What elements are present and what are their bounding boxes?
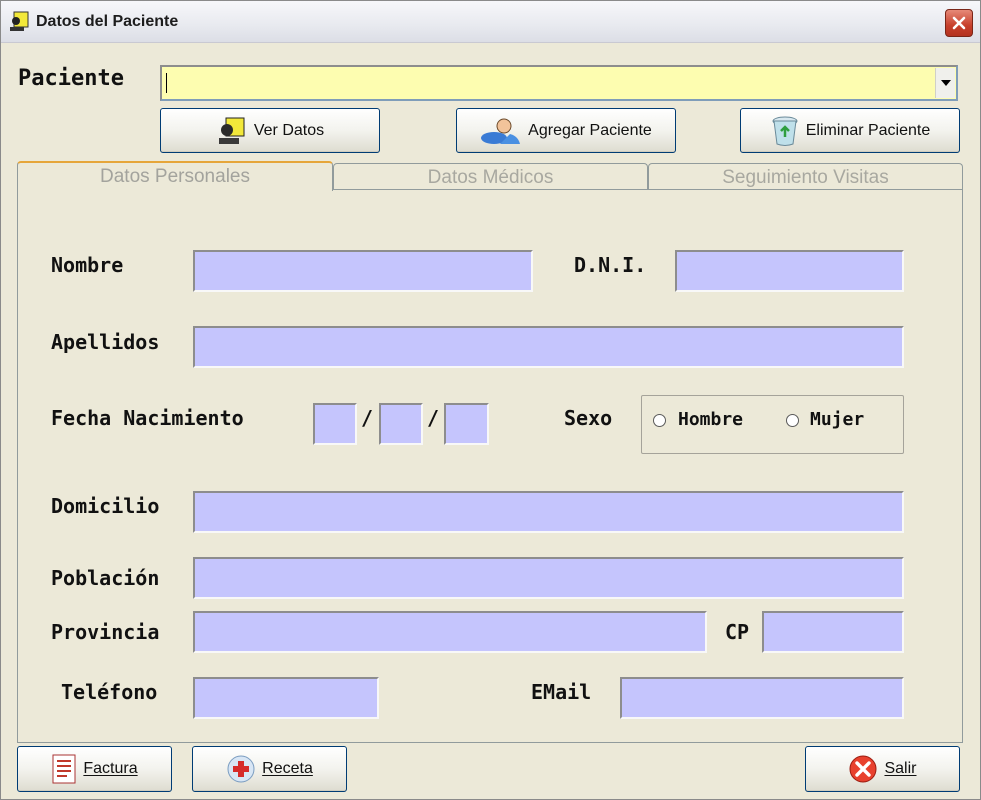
tab-label: Seguimiento Visitas: [722, 166, 889, 188]
domicilio-field[interactable]: [193, 491, 904, 533]
app-icon: [8, 11, 30, 33]
birth-year-field[interactable]: [444, 403, 489, 445]
domicilio-label: Domicilio: [51, 494, 160, 518]
add-user-icon: [481, 118, 521, 144]
cp-field[interactable]: [762, 611, 904, 653]
medical-cross-icon: [227, 755, 255, 783]
date-separator: /: [427, 406, 440, 430]
factura-label: Factura: [83, 760, 138, 777]
combo-dropdown-button[interactable]: [935, 68, 955, 98]
delete-patient-button[interactable]: Eliminar Paciente: [740, 108, 960, 153]
apellidos-label: Apellidos: [51, 330, 160, 354]
provincia-field[interactable]: [193, 611, 707, 653]
radio-hombre-label[interactable]: Hombre: [678, 409, 743, 430]
telefono-label: Teléfono: [61, 680, 158, 704]
sexo-label: Sexo: [564, 406, 613, 430]
poblacion-field[interactable]: [193, 557, 904, 599]
email-label: EMail: [531, 680, 592, 704]
provincia-label: Provincia: [51, 620, 160, 644]
poblacion-label: Población: [51, 566, 160, 590]
apellidos-field[interactable]: [193, 326, 904, 368]
view-data-icon: [218, 117, 245, 144]
chevron-down-icon: [940, 80, 951, 86]
dni-label: D.N.I.: [574, 253, 647, 277]
tab-seguimiento-visitas[interactable]: Seguimiento Visitas: [648, 163, 963, 191]
tab-label: Datos Médicos: [427, 166, 554, 188]
receta-button[interactable]: Receta: [192, 746, 347, 792]
title-bar: Datos del Paciente: [1, 1, 980, 43]
telefono-field[interactable]: [193, 677, 379, 719]
birth-day-field[interactable]: [313, 403, 357, 445]
dni-field[interactable]: [675, 250, 904, 292]
patient-label: Paciente: [18, 66, 124, 91]
view-data-button[interactable]: Ver Datos: [160, 108, 380, 153]
cp-label: CP: [725, 620, 750, 644]
tab-datos-personales[interactable]: Datos Personales: [17, 161, 333, 191]
patient-combobox[interactable]: [160, 65, 958, 101]
close-icon: [952, 16, 966, 30]
factura-button[interactable]: Factura: [17, 746, 172, 792]
delete-patient-label: Eliminar Paciente: [805, 121, 931, 139]
text-caret: [166, 73, 167, 93]
add-patient-label: Agregar Paciente: [528, 121, 652, 139]
salir-button[interactable]: Salir: [805, 746, 960, 792]
invoice-icon: [52, 754, 76, 784]
exit-icon: [849, 755, 877, 783]
date-separator: /: [361, 406, 374, 430]
view-data-label: Ver Datos: [253, 121, 325, 139]
nombre-label: Nombre: [51, 253, 124, 277]
salir-label: Salir: [884, 760, 917, 777]
patient-window: Datos del Paciente Paciente Ver Datos Ag…: [0, 0, 981, 800]
fecha-nacimiento-label: Fecha Nacimiento: [51, 406, 244, 430]
recycle-bin-icon: [772, 116, 798, 146]
email-field[interactable]: [620, 677, 904, 719]
close-button[interactable]: [945, 9, 973, 37]
birth-month-field[interactable]: [379, 403, 423, 445]
tab-datos-medicos[interactable]: Datos Médicos: [333, 163, 648, 191]
radio-mujer[interactable]: [786, 414, 799, 427]
radio-mujer-label[interactable]: Mujer: [810, 409, 864, 430]
tab-label: Datos Personales: [100, 166, 250, 187]
window-title: Datos del Paciente: [36, 13, 179, 30]
receta-label: Receta: [262, 760, 313, 777]
nombre-field[interactable]: [193, 250, 533, 292]
add-patient-button[interactable]: Agregar Paciente: [456, 108, 676, 153]
radio-hombre[interactable]: [653, 414, 666, 427]
